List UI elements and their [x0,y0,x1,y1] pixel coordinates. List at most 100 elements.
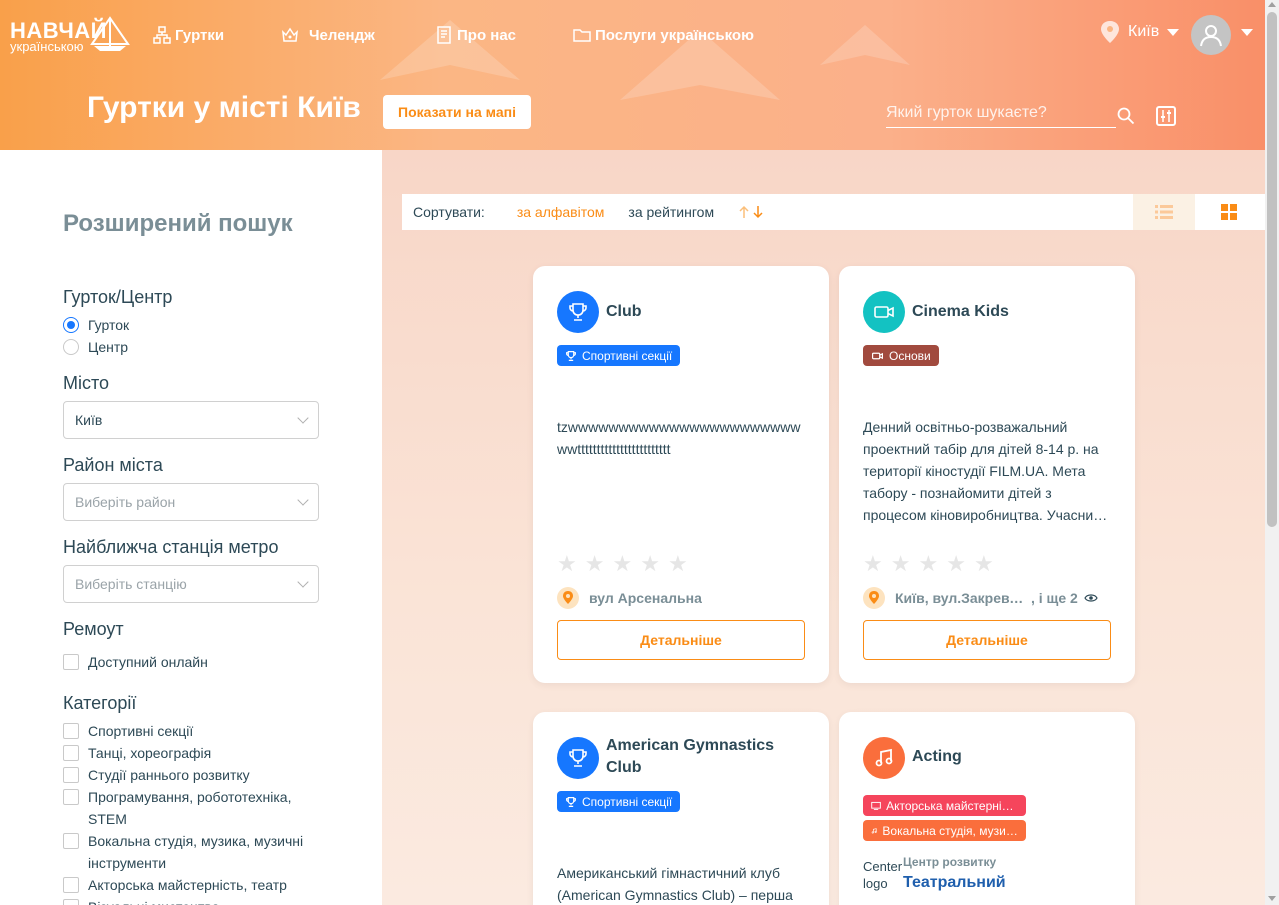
category-label: Візуальні мистецтва [88,896,220,905]
advanced-search-toggle-icon[interactable] [1156,106,1176,126]
club-card[interactable]: Acting Акторська майстерність, театр Вок… [839,712,1135,905]
center-name-link[interactable]: Театральний [903,874,1006,892]
club-card[interactable]: Club Спортивні секції tzwwwwwwwwwwwwwwww… [533,266,829,683]
remote-filter-label: Ремоут [63,619,124,639]
category-checkbox[interactable]: Візуальні мистецтва [63,899,313,905]
category-label: Програмування, робототехніка, STEM [88,789,292,827]
nav-about[interactable]: Про нас [435,25,516,45]
details-button[interactable]: Детальніше [557,620,805,660]
card-address-text: вул Арсенальна [589,590,702,606]
star-icon[interactable]: ★ [974,553,994,575]
checkbox[interactable] [63,767,79,783]
category-tag-label: Спортивні секції [582,794,673,809]
checkbox[interactable] [63,723,79,739]
center-logo[interactable]: Center logo [863,858,903,905]
page-title: Гуртки у місті Київ [87,91,361,124]
category-label: Студії раннього розвитку [88,767,250,783]
site-logo[interactable]: НАВЧАЙ українською [10,16,130,56]
star-icon[interactable]: ★ [918,553,938,575]
sort-by-rating[interactable]: за рейтингом [628,204,714,220]
metro-filter-label: Найближча станція метро [63,537,279,557]
music-icon [875,748,893,767]
folder-icon [573,29,591,42]
trophy-icon [566,796,576,807]
scrollbar-thumb[interactable] [1267,12,1277,527]
radio-button[interactable] [63,317,79,333]
search-input[interactable] [886,100,1116,126]
checkbox-online-label: Доступний онлайн [88,654,208,670]
list-view-button[interactable] [1133,194,1195,230]
nav-services[interactable]: Послуги українською [573,25,754,45]
star-icon[interactable]: ★ [640,553,660,575]
eye-icon[interactable] [1084,592,1098,604]
star-icon[interactable]: ★ [585,553,605,575]
user-menu-caret-icon[interactable] [1241,29,1253,36]
search-field [886,100,1116,128]
card-description: Американський гімнастичний клуб (America… [557,865,793,903]
star-icon[interactable]: ★ [557,553,577,575]
trophy-icon [569,303,587,321]
location-pin-icon [863,587,885,609]
checkbox[interactable] [63,789,79,805]
sort-direction-toggle[interactable] [738,205,764,219]
trophy-icon [566,350,576,361]
category-checkbox[interactable]: Танці, хореографія [63,745,313,764]
rating-stars[interactable]: ★ ★ ★ ★ ★ [557,553,688,575]
checkbox[interactable] [63,899,79,905]
location-pin-icon [557,587,579,609]
challenge-icon [282,27,298,42]
category-label: Спортивні секції [88,723,194,739]
city-select-value: Київ [75,412,103,428]
category-checkbox[interactable]: Спортивні секції [63,723,313,742]
search-icon[interactable] [1117,107,1135,125]
user-avatar[interactable] [1191,15,1231,55]
category-tag: Основи [863,345,939,366]
checkbox[interactable] [63,745,79,761]
sort-by-alphabet[interactable]: за алфавітом [517,204,605,220]
arrow-up-icon [739,205,749,218]
city-selector[interactable]: Київ [1100,20,1180,44]
card-title: American Gymnastics Club [606,737,775,776]
center-type-label: Центр розвитку [903,855,997,869]
radio-button[interactable] [63,339,79,355]
card-category-icon [557,291,599,333]
nav-challenge[interactable]: Челендж [281,25,375,45]
video-icon [871,352,884,359]
checkbox[interactable] [63,654,79,670]
category-checkbox[interactable]: Студії раннього розвитку [63,767,313,786]
details-button[interactable]: Детальніше [863,620,1111,660]
checkbox[interactable] [63,877,79,893]
category-checkbox[interactable]: Вокальна студія, музика, музичні інструм… [63,833,313,874]
radio-center[interactable]: Центр [63,339,128,355]
radio-club[interactable]: Гурток [63,317,129,333]
star-icon[interactable]: ★ [946,553,966,575]
scroll-up-arrow-icon[interactable] [1268,2,1276,7]
metro-select[interactable]: Виберіть станцію [63,565,319,603]
nav-services-label: Послуги українською [595,26,754,44]
scroll-down-arrow-icon[interactable] [1268,896,1276,901]
show-on-map-button[interactable]: Показати на мапі [383,95,531,129]
category-tag-label: Основи [889,348,931,363]
checkbox-online[interactable]: Доступний онлайн [63,654,208,673]
club-card[interactable]: Cinema Kids Основи Денний освітньо-розва… [839,266,1135,683]
district-select[interactable]: Виберіть район [63,483,319,521]
card-category-icon [863,291,905,333]
grid-view-button[interactable] [1198,194,1260,230]
star-icon[interactable]: ★ [863,553,883,575]
card-title: Club [606,303,642,320]
checkbox[interactable] [63,833,79,849]
city-select[interactable]: Київ [63,401,319,439]
rating-stars[interactable]: ★ ★ ★ ★ ★ [863,553,994,575]
page-scrollbar[interactable] [1265,0,1279,905]
sliders-icon [1161,110,1171,122]
category-checkbox[interactable]: Акторська майстерність, театр [63,877,313,896]
chevron-down-icon [297,494,309,506]
star-icon[interactable]: ★ [668,553,688,575]
nav-clubs[interactable]: Гуртки [153,25,224,45]
club-card[interactable]: American Gymnastics Club Спортивні секці… [533,712,829,905]
category-tag: Вокальна студія, музика, музичні інструм… [863,820,1026,841]
grid-view-icon [1221,204,1237,220]
star-icon[interactable]: ★ [612,553,632,575]
category-checkbox[interactable]: Програмування, робототехніка, STEM [63,789,313,830]
star-icon[interactable]: ★ [891,553,911,575]
